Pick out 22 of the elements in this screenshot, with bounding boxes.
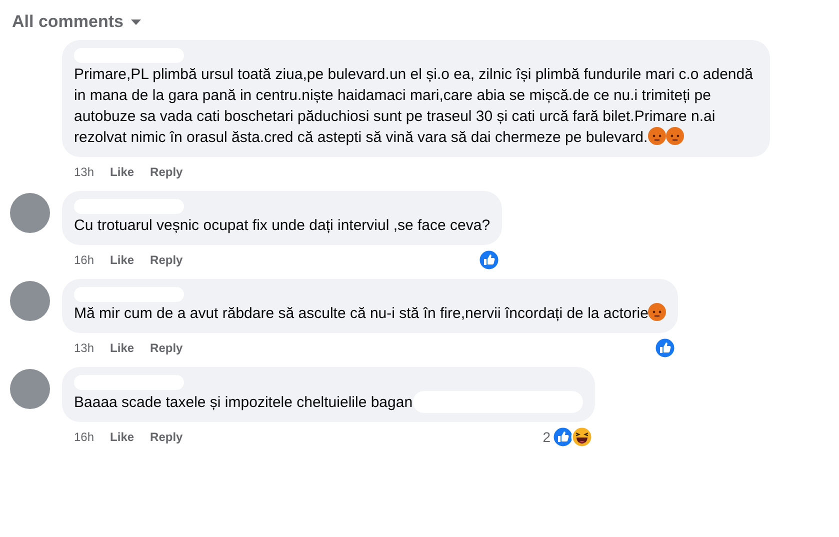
caret-icon xyxy=(130,18,142,26)
avatar[interactable] xyxy=(10,369,50,409)
like-link[interactable]: Like xyxy=(110,253,134,267)
avatar[interactable] xyxy=(10,193,50,233)
comment-time[interactable]: 16h xyxy=(74,430,94,444)
comment-time[interactable]: 16h xyxy=(74,253,94,267)
comment-time[interactable]: 13h xyxy=(74,341,94,355)
reply-link[interactable]: Reply xyxy=(150,165,183,179)
reply-link[interactable]: Reply xyxy=(150,341,183,355)
like-link[interactable]: Like xyxy=(110,341,134,355)
reply-link[interactable]: Reply xyxy=(150,253,183,267)
all-comments-dropdown[interactable]: All comments xyxy=(12,12,142,32)
like-link[interactable]: Like xyxy=(110,165,134,179)
reply-link[interactable]: Reply xyxy=(150,430,183,444)
reaction-count[interactable]: 2 xyxy=(542,429,551,445)
comment-time[interactable]: 13h xyxy=(74,165,94,179)
comment-text: Primare,PL plimbă ursul toată ziua,pe bulevard.un el și.o ea, zilnic își plimbă fundurile mari c.o adendă in mana de la gara pană in centru.niște haidamaci mari,care abia se mișcă.de ce nu.i trimiteți pe autobuze sa vada cati boschetari păduchiosi sunt pe traseul 30 și cati urcă fară bilet.Primare n.ai rezolvat nimic în orasul ăsta.cred că astepti să vină vara să dai chermeze pe bulevard. xyxy=(74,65,754,148)
avatar[interactable] xyxy=(10,281,50,321)
comment-text: Baaaa scade taxele și impozitele cheltuielile bagan xyxy=(74,391,583,413)
comment-text: Cu trotuarul veșnic ocupat fix unde dați interviul ,se face ceva? xyxy=(74,216,490,236)
comment-text: Mă mir cum de a avut răbdare să asculte că nu-i stă în fire,nervii încordați de la actorie xyxy=(74,303,666,324)
like-link[interactable]: Like xyxy=(110,430,134,444)
